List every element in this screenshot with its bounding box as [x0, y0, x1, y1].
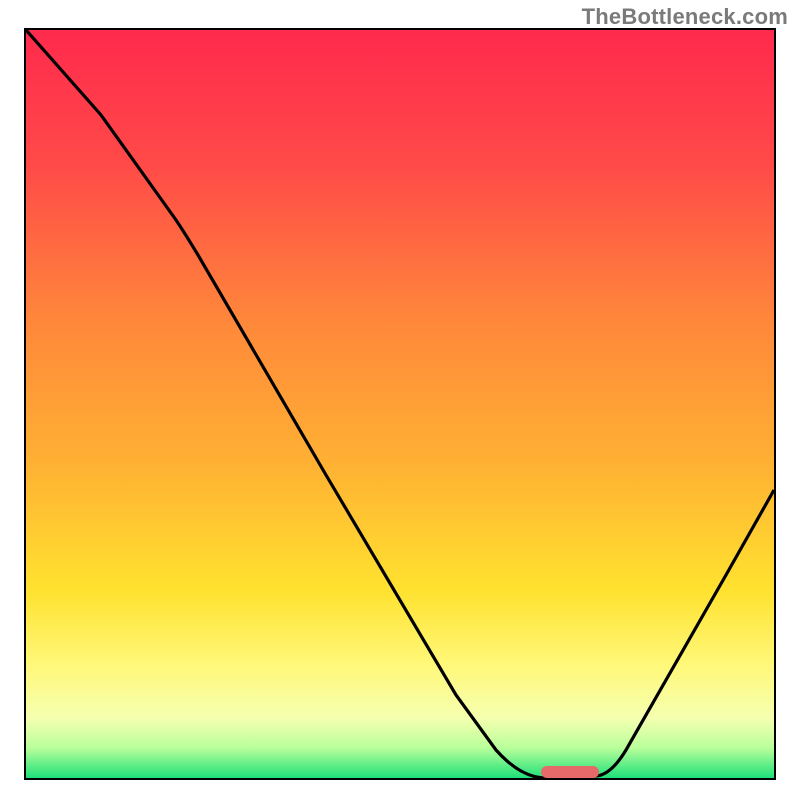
watermark-text: TheBottleneck.com [582, 4, 788, 30]
chart-stage: TheBottleneck.com [0, 0, 800, 800]
plot-area [24, 28, 776, 780]
bottleneck-curve [26, 30, 774, 778]
optimum-marker [541, 766, 599, 778]
curve-path [26, 30, 774, 778]
